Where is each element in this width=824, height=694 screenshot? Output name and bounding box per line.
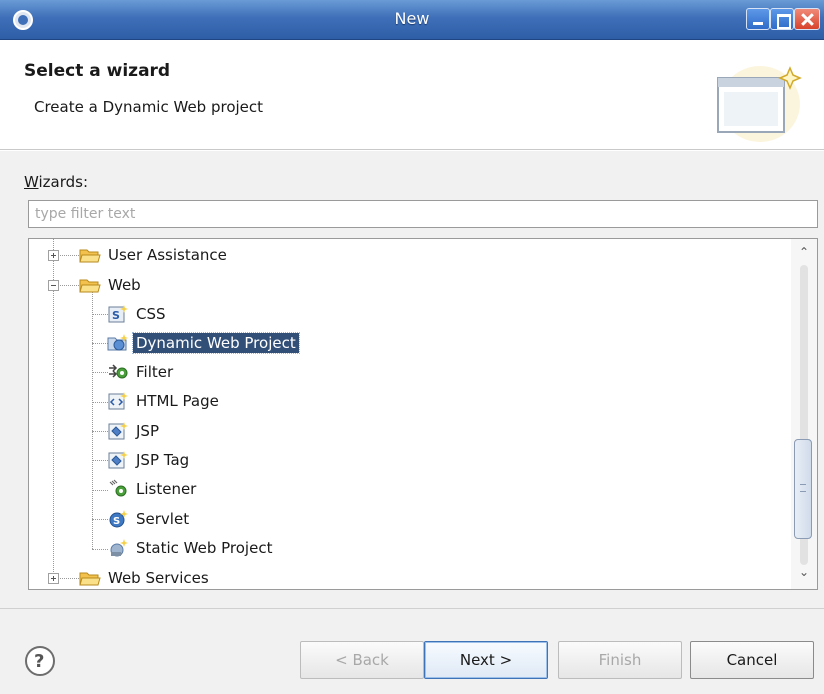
tree-item-html-page[interactable]: HTML Page	[107, 387, 222, 415]
wizard-footer: ? < Back Next > Finish Cancel	[0, 608, 824, 694]
scroll-thumb[interactable]	[794, 439, 812, 539]
filter-input[interactable]	[28, 200, 818, 228]
tree-connector	[92, 402, 108, 403]
tree-item-label: Filter	[136, 363, 174, 381]
new-wizard-banner-icon	[717, 66, 802, 142]
wizard-header: Select a wizard Create a Dynamic Web pro…	[0, 40, 824, 150]
tree-connector	[92, 343, 108, 344]
page-description: Create a Dynamic Web project	[34, 98, 264, 116]
tree-item-static-web-project[interactable]: Static Web Project	[107, 534, 275, 562]
tree-item-label: JSP Tag	[136, 451, 190, 469]
tree-item-label: Listener	[136, 480, 197, 498]
tree-connector	[92, 519, 108, 520]
tree-scrollbar[interactable]: ⌃ ⌄	[791, 239, 817, 589]
tree-connector	[92, 490, 108, 491]
maximize-button[interactable]	[770, 8, 794, 30]
tree-item-web[interactable]: Web	[79, 271, 144, 299]
jsp-tag-icon	[108, 451, 128, 469]
wizards-label: Wizards:	[24, 173, 88, 191]
css-file-icon: S	[108, 305, 128, 323]
wizard-tree[interactable]: User Assistance Web S CSS Dynamic Web Pr…	[28, 238, 818, 590]
html-page-icon	[108, 392, 128, 410]
servlet-icon: S	[109, 510, 128, 528]
tree-item-label: Dynamic Web Project	[132, 332, 300, 354]
minimize-button[interactable]	[746, 8, 770, 30]
page-title: Select a wizard	[24, 61, 171, 81]
scroll-down-icon[interactable]: ⌄	[791, 561, 817, 583]
tree-connector	[92, 460, 108, 461]
expand-web-services-toggle[interactable]	[48, 573, 59, 584]
tree-item-label: Web	[108, 276, 141, 294]
window-title: New	[394, 9, 430, 28]
tree-item-label: CSS	[136, 305, 166, 323]
tree-item-label: User Assistance	[108, 246, 227, 264]
collapse-web-toggle[interactable]	[48, 280, 59, 291]
cancel-button[interactable]: Cancel	[690, 641, 814, 679]
tree-item-dynamic-web-project[interactable]: Dynamic Web Project	[107, 329, 300, 357]
back-button[interactable]: < Back	[300, 641, 424, 679]
tree-connector	[92, 314, 108, 315]
svg-text:S: S	[112, 309, 120, 322]
tree-item-listener[interactable]: Listener	[107, 475, 199, 503]
tree-connector	[92, 549, 108, 550]
help-icon[interactable]: ?	[24, 645, 56, 677]
close-button[interactable]	[794, 8, 820, 30]
folder-icon	[79, 249, 101, 263]
tree-item-label: Servlet	[136, 510, 190, 528]
tree-item-css[interactable]: S CSS	[107, 300, 169, 328]
tree-connector	[92, 372, 108, 373]
tree-connector	[92, 431, 108, 432]
static-web-project-icon	[110, 539, 128, 557]
scroll-up-icon[interactable]: ⌃	[791, 241, 817, 263]
dynamic-web-project-icon	[107, 334, 128, 351]
tree-item-label: Static Web Project	[136, 539, 273, 557]
listener-icon	[109, 479, 127, 497]
tree-item-jsp-tag[interactable]: JSP Tag	[107, 446, 192, 474]
tree-item-label: Web Services	[108, 569, 209, 587]
tree-item-label: JSP	[136, 422, 159, 440]
wizards-label-rest: izards:	[38, 173, 89, 191]
folder-open-icon	[79, 279, 101, 293]
filter-icon	[109, 364, 128, 379]
tree-item-jsp[interactable]: JSP	[107, 417, 162, 445]
svg-text:?: ?	[34, 651, 44, 672]
finish-button[interactable]: Finish	[558, 641, 682, 679]
next-button[interactable]: Next >	[424, 641, 548, 679]
tree-item-label: HTML Page	[136, 392, 219, 410]
wizard-content: Wizards: User Assistance	[0, 151, 824, 608]
tree-connector	[92, 285, 93, 549]
tree-item-filter[interactable]: Filter	[107, 358, 176, 386]
tree-item-web-services[interactable]: Web Services	[79, 564, 212, 589]
wizards-label-mnemonic: W	[24, 173, 39, 191]
jsp-icon	[108, 422, 128, 440]
folder-icon	[79, 572, 101, 586]
expand-user-assistance-toggle[interactable]	[48, 250, 59, 261]
svg-text:S: S	[113, 516, 120, 527]
title-bar[interactable]: New	[0, 0, 824, 40]
tree-item-servlet[interactable]: S Servlet	[107, 505, 192, 533]
tree-item-user-assistance[interactable]: User Assistance	[79, 241, 230, 269]
